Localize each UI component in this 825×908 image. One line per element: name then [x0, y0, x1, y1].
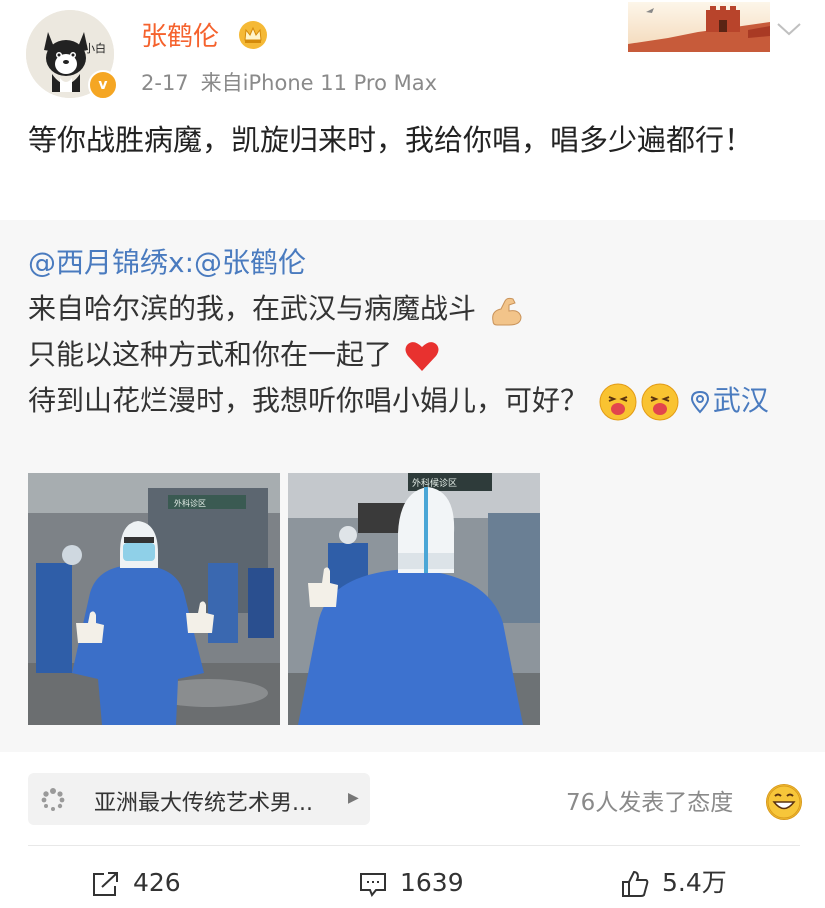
topic-label: 亚洲最大传统艺术男... [94, 791, 313, 816]
loading-icon [41, 788, 65, 811]
comment-count: 1639 [400, 868, 464, 897]
photo2-sign-text: 外科候诊区 [412, 477, 457, 489]
post-header: 小白 v 张鹤伦 2-17 来自iPhone 11 Pro Max [0, 0, 825, 110]
repost-photo-1[interactable]: 外科诊区 [28, 473, 280, 725]
crown-icon[interactable] [238, 20, 268, 50]
flexed-bicep-emoji-icon [492, 297, 522, 326]
grin-emoji-icon[interactable] [766, 784, 802, 820]
divider [28, 845, 800, 846]
share-icon [93, 872, 118, 896]
photo-medic-back-view-icon: 外科候诊区 [288, 473, 540, 725]
repost-button[interactable]: 426 [91, 866, 181, 900]
topic-arrow-icon: ▶ [348, 790, 359, 806]
comment-button[interactable]: 1639 [358, 866, 464, 900]
repost-line-1-text: 来自哈尔滨的我，在武汉与病魔战斗 [28, 292, 477, 325]
thumbs-up-icon [622, 870, 649, 897]
location-pin-icon [690, 390, 709, 414]
repost-line-2-text: 只能以这种方式和你在一起了 [28, 338, 393, 371]
repost-line-3: 待到山花烂漫时，我想听你唱小娟儿，可好？ 武汉 [28, 378, 808, 424]
verified-badge-icon: v [88, 70, 118, 100]
repost-author-link[interactable]: @西月锦绣 [28, 246, 168, 279]
avatar-label: 小白 [84, 42, 106, 55]
repost-count: 426 [133, 868, 181, 897]
photo1-sign-text: 外科诊区 [174, 498, 206, 508]
repost-line-1: 来自哈尔滨的我，在武汉与病魔战斗 [28, 286, 808, 332]
repost-line-3-text: 待到山花烂漫时，我想听你唱小娟儿，可好？ [28, 384, 589, 417]
tongue-wink-emoji-icon [599, 383, 637, 421]
repost-photo-2[interactable]: 外科候诊区 [288, 473, 540, 725]
chevron-down-icon[interactable] [775, 20, 803, 38]
repost-header-line: @西月锦绣x:@张鹤伦 [28, 240, 808, 286]
repost-card[interactable]: @西月锦绣x:@张鹤伦 来自哈尔滨的我，在武汉与病魔战斗 只能以这种方式和你在一… [0, 220, 825, 752]
topic-chip[interactable]: 亚洲最大传统艺术男... ▶ [28, 773, 370, 825]
like-count: 5.4万 [662, 868, 727, 897]
like-button[interactable]: 5.4万 [620, 866, 727, 900]
username[interactable]: 张鹤伦 [141, 16, 219, 53]
repost-mention-link[interactable]: @张鹤伦 [194, 246, 306, 279]
location-link[interactable]: 武汉 [713, 384, 769, 417]
post-body: 等你战胜病魔，凯旋归来时，我给你唱，唱多少遍都行！ [28, 123, 754, 157]
photo-medic-thumbs-up-icon: 外科诊区 [28, 473, 280, 725]
repost-body: @西月锦绣x:@张鹤伦 来自哈尔滨的我，在武汉与病魔战斗 只能以这种方式和你在一… [28, 240, 808, 424]
red-heart-emoji-icon [405, 342, 439, 371]
attitude-summary[interactable]: 76人发表了态度 [566, 783, 733, 817]
repost-line-2: 只能以这种方式和你在一起了 [28, 332, 808, 378]
post-date: 2-17 [141, 71, 189, 95]
post-source[interactable]: 来自iPhone 11 Pro Max [201, 71, 437, 95]
comment-icon [360, 873, 386, 897]
tongue-wink-emoji-icon [641, 383, 679, 421]
repost-separator: x: [168, 246, 195, 279]
post-meta: 2-17 来自iPhone 11 Pro Max [141, 67, 437, 97]
great-wall-decoration-icon [628, 2, 770, 52]
